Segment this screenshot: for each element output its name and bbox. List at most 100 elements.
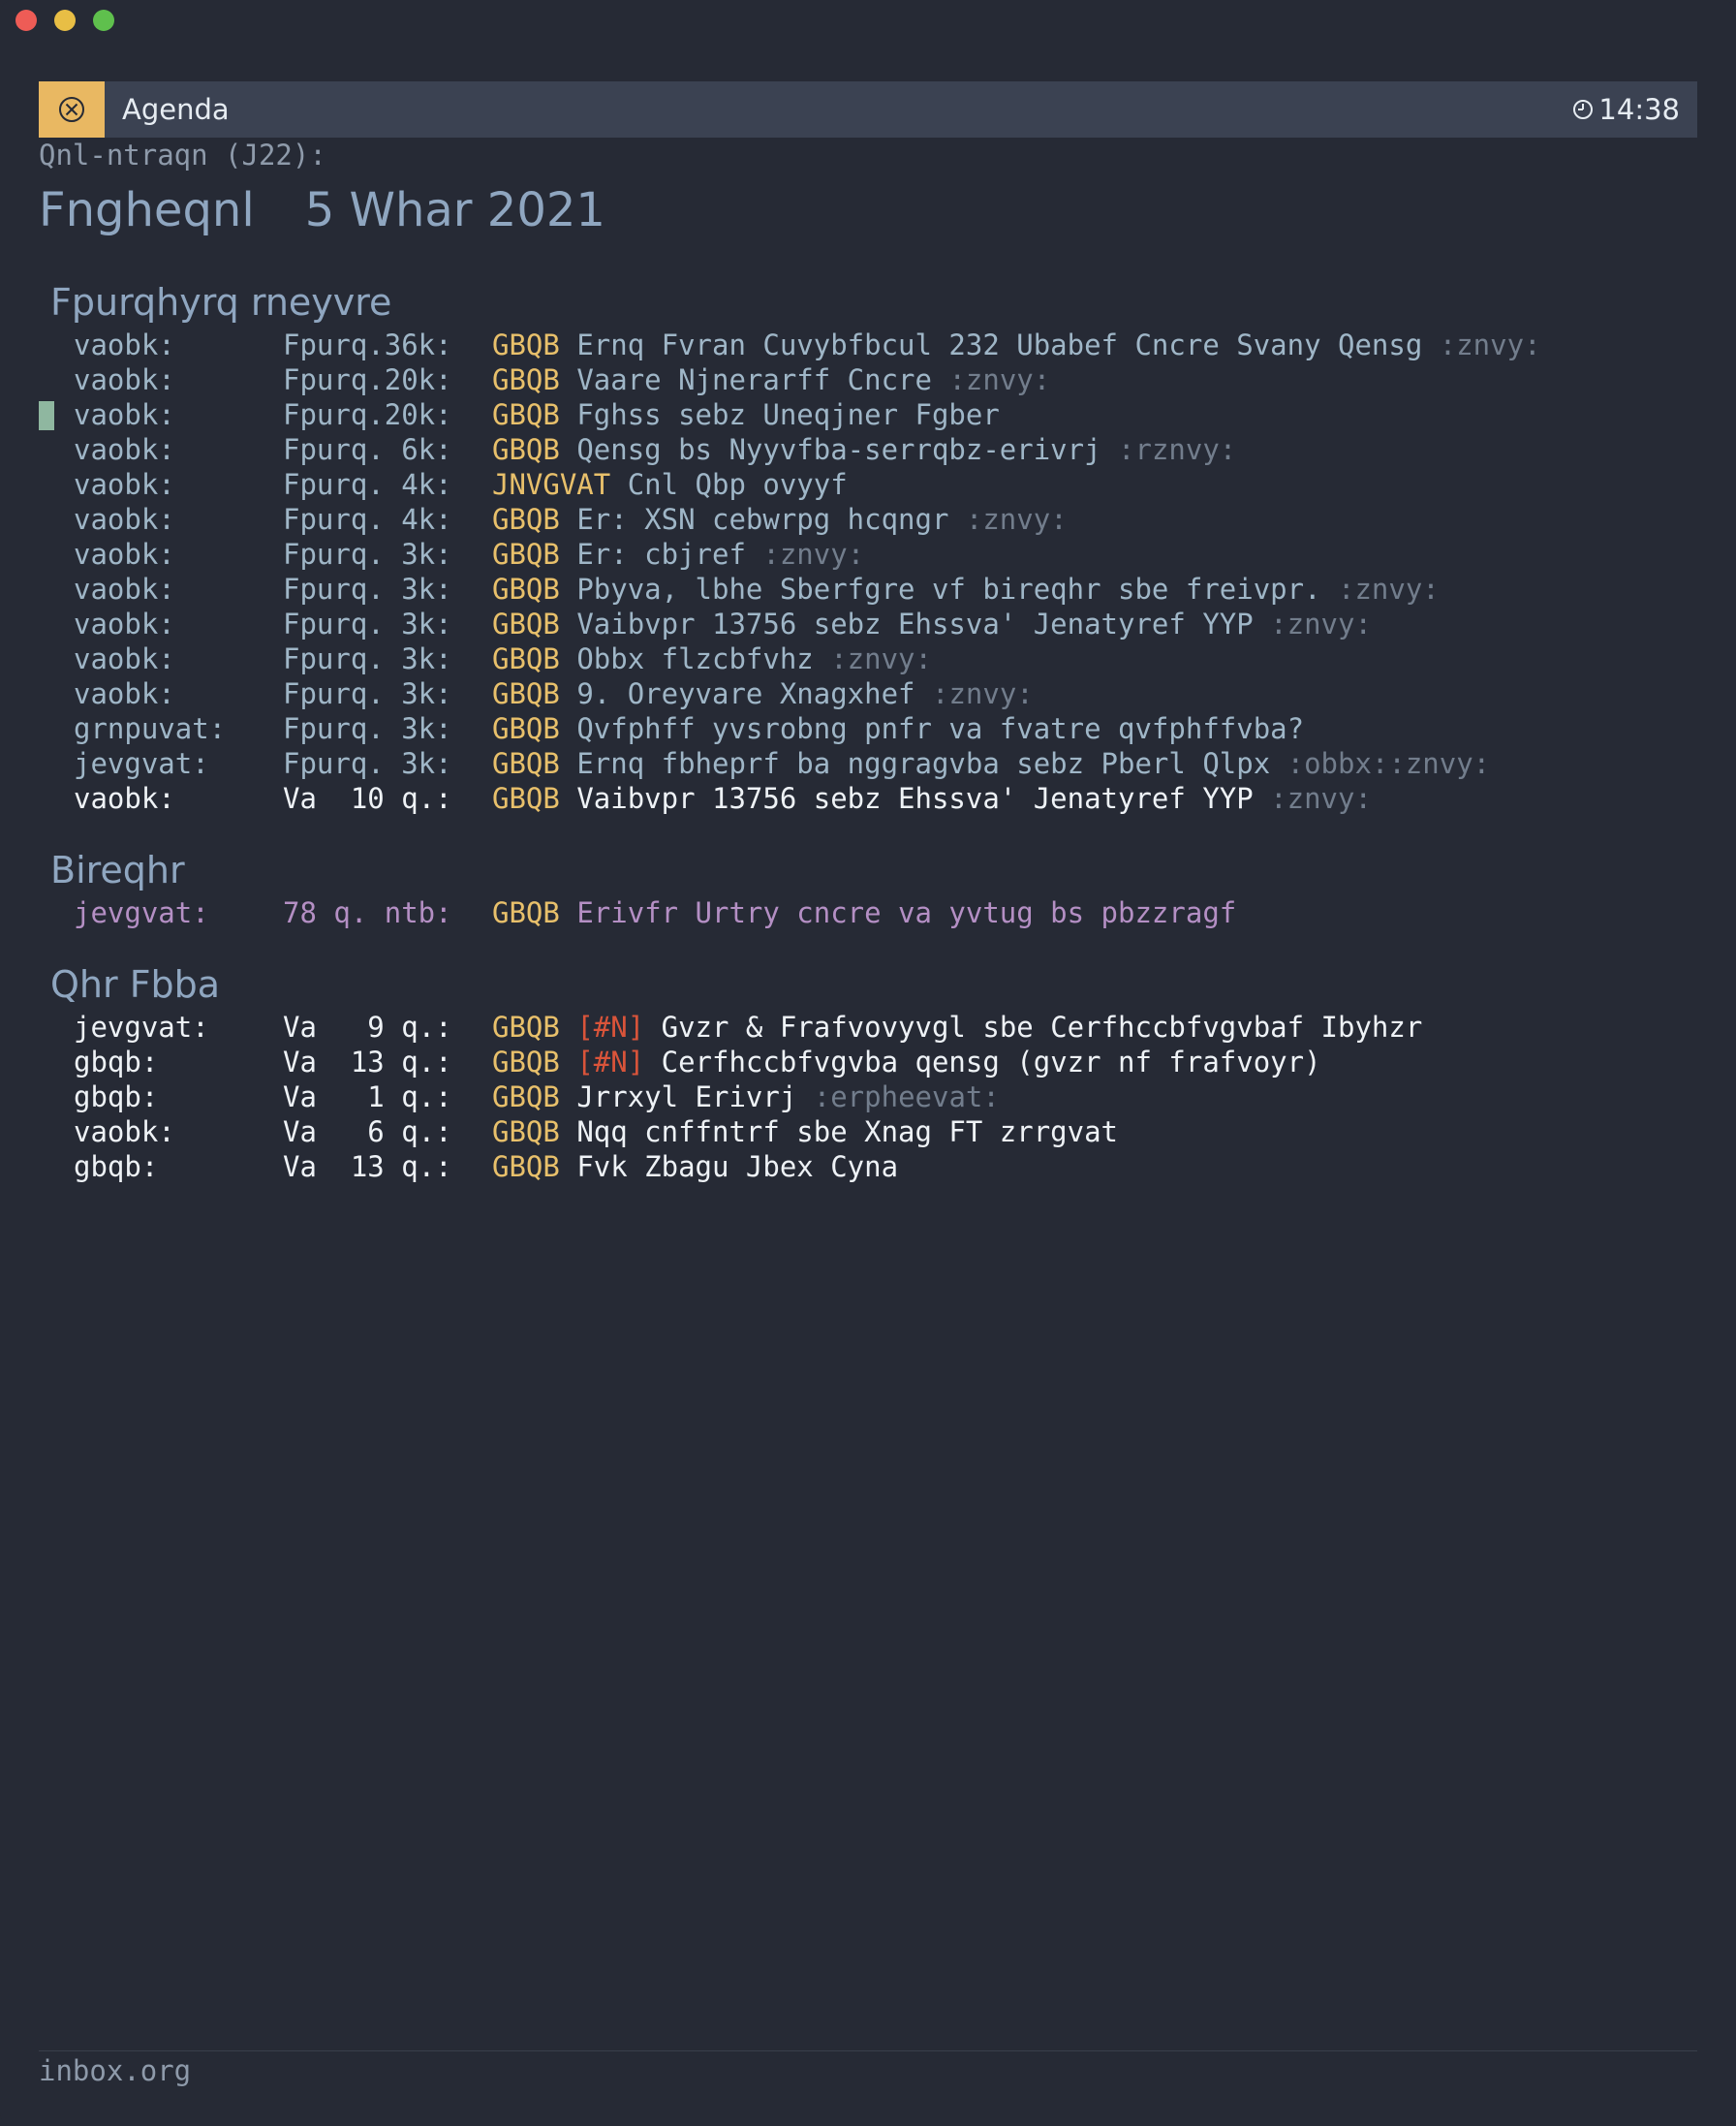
header-bar: Agenda 14:38: [39, 81, 1697, 138]
item-tags: :znvy:: [948, 363, 1051, 396]
clock-icon: [1573, 100, 1594, 119]
item-body: GBQB Vaare Njnerarff Cncre :znvy:: [492, 362, 1050, 397]
item-category: gbqb:: [74, 1046, 159, 1079]
item-category: jevgvat:: [74, 747, 209, 780]
clock: 14:38: [1571, 93, 1680, 126]
item-keyword: GBQB: [492, 712, 560, 745]
item-schedule: Fpurq. 3k:: [283, 677, 452, 710]
agenda-item[interactable]: vaobk: Fpurq. 3k: GBQB Pbyva, lbhe Sberfgr…: [39, 572, 1697, 607]
item-schedule: Fpurq. 3k:: [283, 747, 452, 780]
item-category: vaobk:: [74, 468, 175, 501]
agenda-item[interactable]: vaobk: Fpurq.20k: GBQB Vaare Njnerarff Cnc…: [39, 362, 1697, 397]
item-text: Qensg bs Nyyvfba-serrqbz-erivrj: [576, 433, 1101, 466]
item-category: vaobk:: [74, 398, 175, 431]
section-overdue: jevgvat: 78 q. ntb: GBQB Erivfr Urtry cncr…: [39, 895, 1697, 930]
item-body: GBQB Er: cbjref :znvy:: [492, 537, 864, 572]
agenda-item[interactable]: grnpuvat: Fpurq. 3k: GBQB Qvfphff yvsrobng…: [39, 711, 1697, 746]
item-keyword: GBQB: [492, 573, 560, 606]
item-body: GBQB 9. Oreyvare Xnagxhef :znvy:: [492, 676, 1034, 711]
item-category: vaobk:: [74, 503, 175, 536]
item-text: Obbx flzcbfvhz: [576, 642, 814, 675]
agenda-overview: Qnl-ntraqn (J22):: [39, 139, 326, 172]
agenda-item[interactable]: vaobk: Fpurq. 3k: GBQB Obbx flzcbfvhz :znv…: [39, 641, 1697, 676]
item-schedule: Fpurq. 3k:: [283, 712, 452, 745]
agenda-item[interactable]: vaobk: Fpurq. 3k: GBQB Vaibvpr 13756 sebz …: [39, 607, 1697, 641]
item-text: Ernq Fvran Cuvybfbcul 232 Ubabef Cncre S…: [576, 328, 1423, 361]
agenda-item[interactable]: jevgvat: Va 9 q.: GBQB [#N] Gvzr & Frafvov…: [39, 1010, 1697, 1045]
item-schedule: Fpurq. 3k:: [283, 538, 452, 571]
item-schedule: Fpurq. 3k:: [283, 642, 452, 675]
item-category: gbqb:: [74, 1080, 159, 1113]
item-text: Fvk Zbagu Jbex Cyna: [576, 1150, 899, 1183]
item-keyword: GBQB: [492, 1115, 560, 1148]
minimize-window-button[interactable]: [54, 10, 76, 31]
item-category: vaobk:: [74, 538, 175, 571]
item-keyword: GBQB: [492, 782, 560, 815]
item-keyword: GBQB: [492, 328, 560, 361]
agenda-item[interactable]: vaobk: Va 6 q.: GBQB Nqq cnffntrf sbe Xnag…: [39, 1114, 1697, 1149]
item-body: GBQB Qvfphff yvsrobng pnfr va fvatre qvf…: [492, 711, 1304, 746]
agenda-item[interactable]: vaobk: Fpurq. 4k: GBQB Er: XSN cebwrpg hcq…: [39, 502, 1697, 537]
item-body: GBQB Nqq cnffntrf sbe Xnag FT zrrgvat: [492, 1114, 1118, 1149]
item-schedule: Fpurq. 4k:: [283, 468, 452, 501]
item-schedule: Fpurq.20k:: [283, 363, 452, 396]
item-category: vaobk:: [74, 1115, 175, 1148]
item-category: grnpuvat:: [74, 712, 227, 745]
item-text: Nqq cnffntrf sbe Xnag FT zrrgvat: [576, 1115, 1119, 1148]
item-keyword: GBQB: [492, 642, 560, 675]
close-window-button[interactable]: [16, 10, 37, 31]
agenda-item[interactable]: vaobk: Fpurq.20k: GBQB Fghss sebz Uneqjner…: [39, 397, 1697, 432]
item-text: Fghss sebz Uneqjner Fgber: [576, 398, 1000, 431]
item-keyword: GBQB: [492, 1150, 560, 1183]
item-body: GBQB Jrrxyl Erivrj :erpheevat:: [492, 1079, 1000, 1114]
agenda-item[interactable]: jevgvat: 78 q. ntb: GBQB Erivfr Urtry cncr…: [39, 895, 1697, 930]
item-text: Ernq fbheprf ba nggragvba sebz Pberl Qlp…: [576, 747, 1271, 780]
item-text: Cerfhccbfvgvba qensg (gvzr nf frafvoyr): [661, 1046, 1321, 1079]
item-category: jevgvat:: [74, 896, 209, 929]
agenda-item[interactable]: vaobk: Fpurq. 6k: GBQB Qensg bs Nyyvfba-se…: [39, 432, 1697, 467]
item-tags: :znvy:: [762, 538, 865, 571]
agenda-item[interactable]: gbqb: Va 13 q.: GBQB [#N] Cerfhccbfvgvba q…: [39, 1045, 1697, 1079]
item-tags: :znvy:: [830, 642, 932, 675]
item-priority: [#N]: [576, 1046, 645, 1079]
agenda-item[interactable]: vaobk: Fpurq.36k: GBQB Ernq Fvran Cuvybfbc…: [39, 328, 1697, 362]
item-body: GBQB Pbyva, lbhe Sberfgre vf bireqhr sbe…: [492, 572, 1440, 607]
item-schedule: Va 10 q.:: [283, 782, 452, 815]
footer-filename: inbox.org: [39, 2054, 192, 2087]
agenda-item[interactable]: jevgvat: Fpurq. 3k: GBQB Ernq fbheprf ba n…: [39, 746, 1697, 781]
item-keyword: GBQB: [492, 538, 560, 571]
item-tags: :znvy:: [1270, 782, 1372, 815]
agenda-item[interactable]: vaobk: Fpurq. 4k: JNVGVAT Cnl Qbp ovyyf: [39, 467, 1697, 502]
item-text: Er: XSN cebwrpg hcqngr: [576, 503, 949, 536]
agenda-item[interactable]: vaobk: Fpurq. 3k: GBQB Er: cbjref :znvy:: [39, 537, 1697, 572]
item-keyword: GBQB: [492, 1080, 560, 1113]
item-text: 9. Oreyvare Xnagxhef: [576, 677, 915, 710]
clock-time: 14:38: [1598, 93, 1680, 126]
item-keyword: GBQB: [492, 896, 560, 929]
item-body: GBQB Vaibvpr 13756 sebz Ehssva' Jenatyre…: [492, 607, 1372, 641]
zoom-window-button[interactable]: [93, 10, 114, 31]
agenda-item[interactable]: gbqb: Va 13 q.: GBQB Fvk Zbagu Jbex Cyna: [39, 1149, 1697, 1184]
section-overdue-title: Bireqhr: [50, 849, 185, 891]
day-name: Fngheqnl: [39, 183, 255, 237]
item-schedule: Va 13 q.:: [283, 1150, 452, 1183]
item-schedule: Fpurq.36k:: [283, 328, 452, 361]
agenda-item[interactable]: vaobk: Fpurq. 3k: GBQB 9. Oreyvare Xnagxhe…: [39, 676, 1697, 711]
item-category: vaobk:: [74, 573, 175, 606]
item-schedule: Fpurq. 3k:: [283, 608, 452, 641]
agenda-item[interactable]: gbqb: Va 1 q.: GBQB Jrrxyl Erivrj :erpheev…: [39, 1079, 1697, 1114]
item-keyword: GBQB: [492, 1046, 560, 1079]
close-agenda-button[interactable]: [39, 81, 105, 138]
agenda-content: Qnl-ntraqn (J22): Fngheqnl 5 Whar 2021 Fp…: [39, 138, 1697, 1184]
item-body: GBQB [#N] Cerfhccbfvgvba qensg (gvzr nf …: [492, 1045, 1321, 1079]
item-body: GBQB Qensg bs Nyyvfba-serrqbz-erivrj :rz…: [492, 432, 1236, 467]
item-keyword: GBQB: [492, 363, 560, 396]
agenda-item[interactable]: vaobk: Va 10 q.: GBQB Vaibvpr 13756 sebz E…: [39, 781, 1697, 816]
item-category: vaobk:: [74, 642, 175, 675]
item-text: Vaibvpr 13756 sebz Ehssva' Jenatyref YYP: [576, 782, 1254, 815]
section-due-soon-title: Qhr Fbba: [50, 963, 221, 1006]
item-schedule: Va 1 q.:: [283, 1080, 452, 1113]
item-keyword: GBQB: [492, 1011, 560, 1044]
item-schedule: Fpurq.20k:: [283, 398, 452, 431]
item-text: Er: cbjref: [576, 538, 746, 571]
